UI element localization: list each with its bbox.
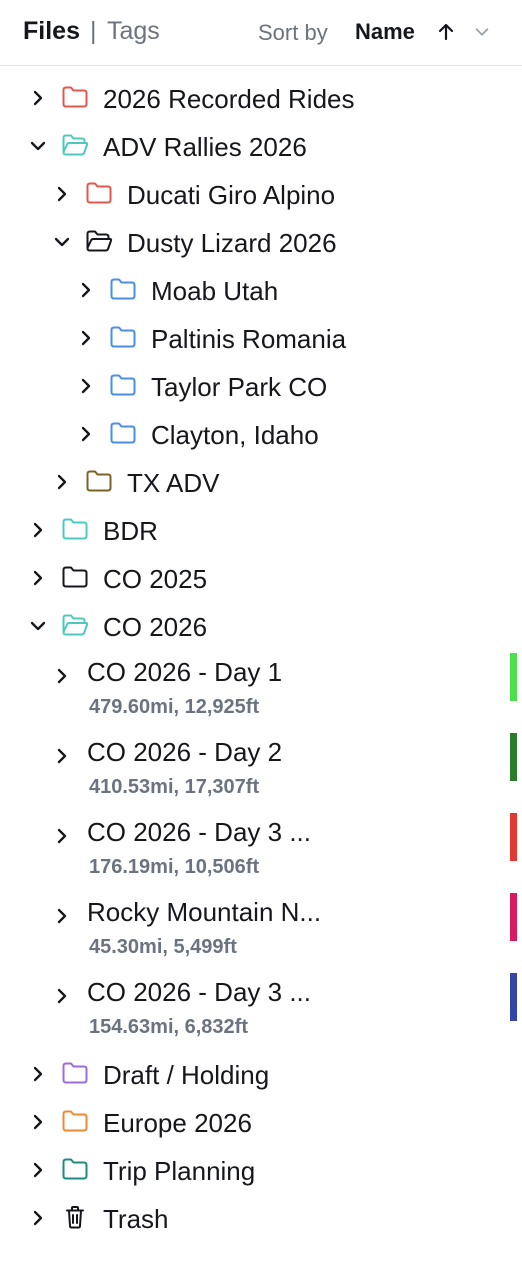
folder-label: Paltinis Romania xyxy=(151,324,347,354)
chevron-right-icon[interactable] xyxy=(52,906,72,926)
folder-label: Trash xyxy=(103,1204,169,1234)
folder-label: Ducati Giro Alpino xyxy=(127,180,336,210)
track-item[interactable]: CO 2026 - Day 2 410.53mi, 17,307ft xyxy=(0,730,522,810)
track-stats: 154.63mi, 6,832ft xyxy=(89,1016,248,1038)
chevron-right-icon[interactable] xyxy=(28,520,48,540)
folder-label: Clayton, Idaho xyxy=(151,420,319,450)
folder-icon xyxy=(85,181,113,205)
folder-icon xyxy=(61,1157,89,1181)
track-color-bar xyxy=(510,893,517,941)
folder-tx-adv[interactable]: TX ADV xyxy=(0,458,522,506)
folder-icon xyxy=(61,85,89,109)
track-name: CO 2026 - Day 3 ... xyxy=(87,817,311,847)
folder-trash[interactable]: Trash xyxy=(0,1194,522,1242)
chevron-right-icon[interactable] xyxy=(52,986,72,1006)
tab-separator: | xyxy=(90,17,97,45)
tab-files[interactable]: Files xyxy=(23,17,80,46)
trash-icon xyxy=(61,1205,89,1229)
chevron-right-icon[interactable] xyxy=(28,1160,48,1180)
chevron-right-icon[interactable] xyxy=(52,826,72,846)
folder-ducati-giro-alpino[interactable]: Ducati Giro Alpino xyxy=(0,170,522,218)
folder-taylor-park-co[interactable]: Taylor Park CO xyxy=(0,362,522,410)
chevron-right-icon[interactable] xyxy=(28,568,48,588)
folder-co-2026[interactable]: CO 2026 xyxy=(0,602,522,650)
chevron-down-icon[interactable] xyxy=(52,232,72,252)
track-item[interactable]: CO 2026 - Day 3 ... 154.63mi, 6,832ft xyxy=(0,970,522,1050)
folder-open-icon xyxy=(85,229,113,253)
folder-draft-holding[interactable]: Draft / Holding xyxy=(0,1050,522,1098)
chevron-right-icon[interactable] xyxy=(28,1064,48,1084)
folder-label: Draft / Holding xyxy=(103,1060,270,1090)
folder-clayton-idaho[interactable]: Clayton, Idaho xyxy=(0,410,522,458)
folder-label: TX ADV xyxy=(127,468,220,498)
track-stats: 176.19mi, 10,506ft xyxy=(89,856,260,878)
chevron-right-icon[interactable] xyxy=(52,666,72,686)
track-color-bar xyxy=(510,973,517,1021)
folder-open-icon xyxy=(61,613,89,637)
folder-adv-rallies-2026[interactable]: ADV Rallies 2026 xyxy=(0,122,522,170)
folder-europe-2026[interactable]: Europe 2026 xyxy=(0,1098,522,1146)
folder-label: BDR xyxy=(103,516,158,546)
sort-ascending-icon[interactable] xyxy=(436,22,456,42)
folder-paltinis-romania[interactable]: Paltinis Romania xyxy=(0,314,522,362)
track-color-bar xyxy=(510,813,517,861)
folder-icon xyxy=(85,469,113,493)
track-item[interactable]: CO 2026 - Day 3 ... 176.19mi, 10,506ft xyxy=(0,810,522,890)
folder-icon xyxy=(61,1109,89,1133)
chevron-right-icon[interactable] xyxy=(28,1208,48,1228)
folder-trip-planning[interactable]: Trip Planning xyxy=(0,1146,522,1194)
chevron-right-icon[interactable] xyxy=(76,280,96,300)
tab-tags[interactable]: Tags xyxy=(107,17,160,46)
track-item[interactable]: CO 2026 - Day 1 479.60mi, 12,925ft xyxy=(0,650,522,730)
track-name: Rocky Mountain N... xyxy=(87,897,322,927)
sort-dropdown-chevron-icon[interactable] xyxy=(473,23,491,41)
folder-label: Dusty Lizard 2026 xyxy=(127,228,337,258)
folder-icon xyxy=(61,565,89,589)
track-color-bar xyxy=(510,653,517,701)
track-name: CO 2026 - Day 3 ... xyxy=(87,977,311,1007)
folder-dusty-lizard-2026[interactable]: Dusty Lizard 2026 xyxy=(0,218,522,266)
track-stats: 410.53mi, 17,307ft xyxy=(89,776,260,798)
folder-icon xyxy=(61,1061,89,1085)
folder-label: 2026 Recorded Rides xyxy=(103,84,355,114)
folder-icon xyxy=(61,517,89,541)
folder-co-2025[interactable]: CO 2025 xyxy=(0,554,522,602)
folder-2026-recorded-rides[interactable]: 2026 Recorded Rides xyxy=(0,74,522,122)
folder-icon xyxy=(109,421,137,445)
chevron-right-icon[interactable] xyxy=(76,424,96,444)
chevron-down-icon[interactable] xyxy=(28,616,48,636)
chevron-right-icon[interactable] xyxy=(28,1112,48,1132)
panel-header: Files | Tags Sort by Name xyxy=(0,0,522,66)
track-stats: 479.60mi, 12,925ft xyxy=(89,696,260,718)
folder-label: Moab Utah xyxy=(151,276,279,306)
track-item[interactable]: Rocky Mountain N... 45.30mi, 5,499ft xyxy=(0,890,522,970)
track-stats: 45.30mi, 5,499ft xyxy=(89,936,237,958)
folder-label: ADV Rallies 2026 xyxy=(103,132,307,162)
folder-icon xyxy=(109,373,137,397)
folder-moab-utah[interactable]: Moab Utah xyxy=(0,266,522,314)
folder-label: Taylor Park CO xyxy=(151,372,328,402)
folder-open-icon xyxy=(61,133,89,157)
chevron-right-icon[interactable] xyxy=(52,184,72,204)
chevron-down-icon[interactable] xyxy=(28,136,48,156)
folder-icon xyxy=(109,277,137,301)
track-name: CO 2026 - Day 2 xyxy=(87,737,283,767)
folder-label: Trip Planning xyxy=(103,1156,256,1186)
chevron-right-icon[interactable] xyxy=(76,376,96,396)
folder-label: CO 2026 xyxy=(103,612,208,642)
folder-label: CO 2025 xyxy=(103,564,208,594)
chevron-right-icon[interactable] xyxy=(28,88,48,108)
folder-bdr[interactable]: BDR xyxy=(0,506,522,554)
chevron-right-icon[interactable] xyxy=(76,328,96,348)
chevron-right-icon[interactable] xyxy=(52,472,72,492)
track-color-bar xyxy=(510,733,517,781)
track-name: CO 2026 - Day 1 xyxy=(87,657,283,687)
folder-icon xyxy=(109,325,137,349)
folder-label: Europe 2026 xyxy=(103,1108,252,1138)
sort-field-select[interactable]: Name xyxy=(355,19,415,45)
chevron-right-icon[interactable] xyxy=(52,746,72,766)
sort-by-label: Sort by xyxy=(258,20,328,45)
